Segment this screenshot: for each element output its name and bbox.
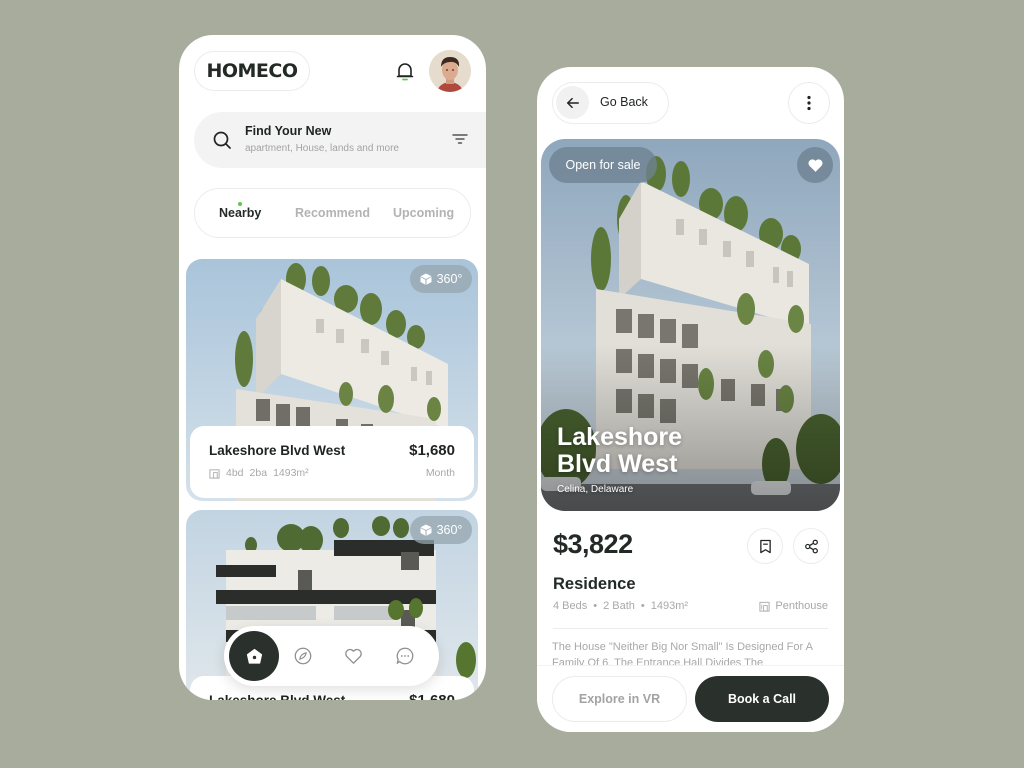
compass-icon xyxy=(294,647,312,665)
category-tabs: Nearby Recommend Upcoming xyxy=(194,188,471,238)
building-icon xyxy=(759,601,770,612)
tab-upcoming[interactable]: Upcoming xyxy=(393,206,454,220)
divider xyxy=(553,628,828,629)
search-placeholder: apartment, House, lands and more xyxy=(245,143,399,154)
share-button[interactable] xyxy=(793,528,829,564)
chat-icon xyxy=(396,647,414,665)
go-back-button[interactable]: Go Back xyxy=(552,82,669,124)
listing-screen: HOMECO Find Your New apartment, House, l… xyxy=(179,35,486,700)
property-title: Lakeshore Blvd West xyxy=(557,424,757,478)
property-specs: 4 Beds • 2 Bath • 1493m² xyxy=(553,600,688,612)
cube-icon xyxy=(420,273,432,285)
360-label: 360° xyxy=(436,272,463,286)
360-label: 360° xyxy=(436,523,463,537)
bookmark-button[interactable] xyxy=(747,528,783,564)
360-view-badge[interactable]: 360° xyxy=(410,265,472,293)
bell-icon[interactable] xyxy=(395,61,415,83)
tab-nearby[interactable]: Nearby xyxy=(219,206,261,220)
listing-title: Lakeshore Blvd West xyxy=(209,693,345,700)
more-options-button[interactable] xyxy=(788,82,830,124)
separator-dot: • xyxy=(593,600,598,612)
listing-area: 1493m² xyxy=(273,467,309,479)
property-description: The House "Neither Big Nor Small" Is Des… xyxy=(552,641,813,667)
bookmark-icon xyxy=(759,539,771,553)
favorite-button[interactable] xyxy=(797,147,833,183)
arrow-left-icon xyxy=(556,86,589,119)
share-icon xyxy=(804,539,818,553)
listing-card[interactable]: 360° Lakeshore Blvd West $1,680 4bd 2ba … xyxy=(186,259,478,501)
heart-filled-icon xyxy=(808,158,822,172)
nav-home-button[interactable] xyxy=(229,631,279,681)
property-beds: 4 Beds xyxy=(553,600,588,612)
go-back-label: Go Back xyxy=(600,95,648,109)
listing-price: $1,680 xyxy=(409,442,455,459)
listing-meta: 4bd 2ba 1493m² xyxy=(209,467,309,479)
home-icon xyxy=(246,648,262,664)
listing-price: $1,680 xyxy=(409,692,455,700)
sale-status-badge: Open for sale xyxy=(549,147,657,183)
listing-beds: 4bd xyxy=(226,467,244,479)
brand-logo[interactable]: HOMECO xyxy=(194,51,310,91)
avatar[interactable] xyxy=(429,50,471,92)
property-title-line1: Lakeshore xyxy=(557,423,683,451)
search-title: Find Your New xyxy=(245,124,332,138)
bottom-navigation xyxy=(224,626,439,686)
property-category-label: Penthouse xyxy=(775,600,828,612)
property-title-line2: Blvd West xyxy=(557,450,678,478)
360-view-badge[interactable]: 360° xyxy=(410,516,472,544)
listing-baths: 2ba xyxy=(249,467,268,479)
kebab-menu-icon xyxy=(807,95,811,111)
listing-info: Lakeshore Blvd West $1,680 4bd 2ba 1493m… xyxy=(190,426,474,498)
detail-screen: Go Back Open for sale Lakeshore Blvd Wes… xyxy=(537,67,844,732)
nav-favorites-button[interactable] xyxy=(342,645,364,667)
tab-recommend[interactable]: Recommend xyxy=(295,206,370,220)
property-baths: 2 Bath xyxy=(603,600,635,612)
building-icon xyxy=(209,468,220,479)
search-icon xyxy=(212,130,232,150)
heart-icon xyxy=(344,648,362,664)
action-bar: Explore in VR Book a Call xyxy=(537,665,844,732)
nav-messages-button[interactable] xyxy=(394,645,416,667)
property-location: Celina, Delaware xyxy=(557,484,634,495)
filter-icon[interactable] xyxy=(452,132,468,146)
property-price: $3,822 xyxy=(553,529,633,559)
property-category: Penthouse xyxy=(759,600,828,612)
separator-dot: • xyxy=(640,600,645,612)
book-call-button[interactable]: Book a Call xyxy=(695,676,829,722)
cube-icon xyxy=(420,524,432,536)
listing-period: Month xyxy=(425,467,455,479)
nav-explore-button[interactable] xyxy=(292,645,314,667)
explore-vr-button[interactable]: Explore in VR xyxy=(552,676,687,722)
search-bar[interactable]: Find Your New apartment, House, lands an… xyxy=(194,112,486,168)
listing-title: Lakeshore Blvd West xyxy=(209,443,346,458)
property-area: 1493m² xyxy=(650,600,689,612)
property-type: Residence xyxy=(553,575,636,593)
property-hero-image: Open for sale Lakeshore Blvd West Celina… xyxy=(541,139,840,511)
